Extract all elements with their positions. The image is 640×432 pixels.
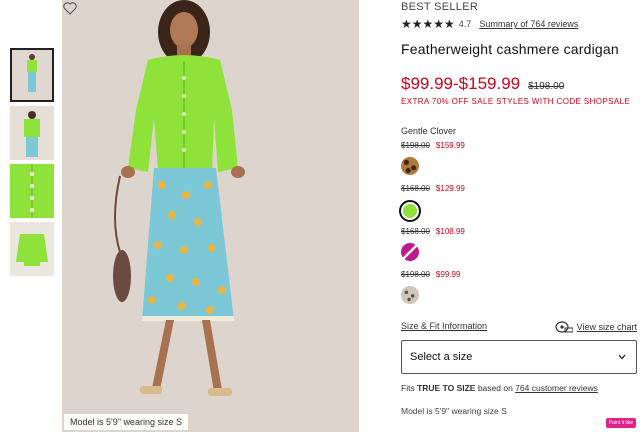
swatch-option-gentle-clover: $168.00 $129.99 [399,184,465,222]
chevron-down-icon [618,354,626,360]
swatch-sale-price: $129.99 [435,184,465,193]
swatch-old-price: $198.00 [401,270,430,279]
swatch-option-leopard: $198.00 $159.99 [401,141,465,175]
fit-mid: based on [475,383,516,393]
model-illustration [62,0,359,432]
rating-value: 4.7 [458,19,472,29]
thumbnail-2-image [10,106,54,160]
fit-prefix: Fits [401,383,418,393]
swatch-option-magenta: $168.00 $108.99 [401,227,465,261]
best-seller-badge: BEST SELLER [401,1,479,13]
product-main-image[interactable]: Model is 5'9" wearing size S [62,0,359,432]
swatch-sale-price: $108.99 [435,227,465,236]
fit-verdict: TRUE TO SIZE [417,383,476,393]
model-wear-info: Model is 5'9" wearing size S [401,406,507,416]
thumbnail-4[interactable] [10,222,54,276]
swatch-leopard[interactable] [401,157,419,175]
swatch-magenta[interactable] [401,243,419,261]
thumbnail-3-image [10,164,54,218]
rating-row: ★★★★★ 4.7 Summary of 764 reviews [401,17,578,31]
swatch-option-snow-leopard: $198.00 $99.99 [401,270,460,304]
heart-icon[interactable] [62,0,78,16]
size-fit-info-link[interactable]: Size & Fit Information [401,321,487,333]
product-title: Featherweight cashmere cardigan [401,41,619,57]
extension-badge[interactable]: Paint it like [605,418,636,428]
swatch-old-price: $168.00 [401,227,430,236]
thumbnail-1-image [12,50,52,100]
swatch-old-price: $168.00 [401,184,430,193]
reviews-summary-link[interactable]: Summary of 764 reviews [479,19,578,29]
swatch-snow-leopard[interactable] [401,286,419,304]
price-row: $99.99-$159.99 $198.00 [401,74,564,94]
promo-text: EXTRA 70% OFF SALE STYLES WITH CODE SHOP… [401,97,631,106]
sale-price: $99.99-$159.99 [401,74,521,93]
product-details: BEST SELLER ★★★★★ 4.7 Summary of 764 rev… [399,0,637,432]
customer-reviews-link[interactable]: 764 customer reviews [515,383,598,393]
size-links-row: Size & Fit Information View size chart [401,321,637,333]
thumbnail-2[interactable] [10,106,54,160]
view-size-chart-link[interactable]: View size chart [577,322,637,332]
thumbnail-strip [0,0,62,432]
selected-color-name: Gentle Clover [401,126,457,136]
tape-measure-icon [555,321,573,333]
original-price: $198.00 [528,81,565,92]
swatch-sale-price: $159.99 [435,141,465,150]
swatch-gentle-clover[interactable] [399,200,421,222]
star-rating-icon: ★★★★★ [401,17,455,31]
thumbnail-1[interactable] [10,48,54,102]
size-select[interactable]: Select a size [401,340,637,374]
fit-summary: Fits TRUE TO SIZE based on 764 customer … [401,383,598,393]
thumbnail-3[interactable] [10,164,54,218]
model-caption: Model is 5'9" wearing size S [64,414,188,430]
size-select-label: Select a size [410,351,473,363]
thumbnail-4-image [10,222,54,276]
swatch-sale-price: $99.99 [435,270,461,279]
size-chart-link-wrap[interactable]: View size chart [555,321,637,333]
swatch-old-price: $198.00 [401,141,430,150]
